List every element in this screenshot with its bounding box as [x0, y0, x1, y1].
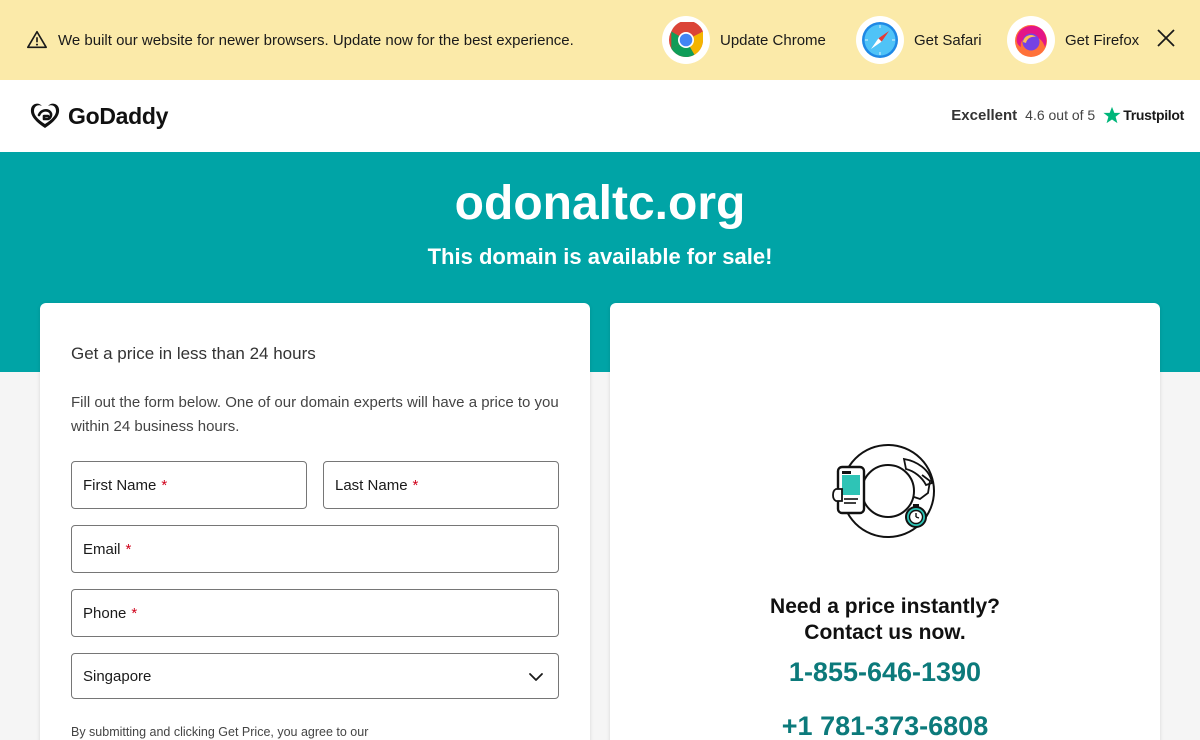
godaddy-logo[interactable]: GoDaddy	[28, 100, 168, 132]
star-icon	[1103, 106, 1121, 124]
email-label: Email	[83, 540, 121, 558]
contact-question-line1: Need a price instantly?	[770, 595, 1000, 618]
last-name-field[interactable]: Last Name *	[323, 461, 559, 509]
contact-question: Need a price instantly? Contact us now.	[610, 594, 1160, 646]
safari-icon	[856, 16, 904, 64]
phone-timer-illustration-icon	[832, 444, 935, 538]
godaddy-heart-icon	[30, 103, 60, 128]
banner-message: We built our website for newer browsers.…	[26, 29, 574, 51]
get-safari-label: Get Safari	[914, 31, 982, 49]
trust-label: Excellent	[951, 106, 1018, 124]
get-firefox-label: Get Firefox	[1065, 31, 1140, 49]
banner-message-text: We built our website for newer browsers.…	[58, 31, 574, 49]
country-value: Singapore	[83, 667, 152, 685]
domain-name: odonaltc.org	[454, 177, 746, 230]
price-form-card: Get a price in less than 24 hours Fill o…	[40, 303, 590, 740]
form-title: Get a price in less than 24 hours	[71, 344, 316, 363]
required-mark: *	[161, 476, 168, 494]
trust-rating: 4.6 out of 5	[1025, 107, 1096, 123]
contact-card: Need a price instantly? Contact us now. …	[610, 303, 1160, 740]
phone-link-2[interactable]: +1 781-373-6808	[610, 711, 1160, 740]
contact-question-line2: Contact us now.	[804, 621, 966, 644]
phone-label: Phone	[83, 604, 127, 622]
get-safari-button[interactable]: Get Safari	[856, 16, 982, 64]
form-description: Fill out the form below. One of our doma…	[71, 394, 559, 435]
email-field[interactable]: Email *	[71, 525, 559, 573]
trustpilot-rating[interactable]: Excellent 4.6 out of 5 Trustpilot	[951, 106, 1184, 124]
phone-field[interactable]: Phone *	[71, 589, 559, 637]
browser-update-banner: We built our website for newer browsers.…	[0, 0, 1200, 80]
country-select[interactable]: Singapore	[71, 653, 559, 699]
last-name-label: Last Name	[335, 476, 408, 494]
required-mark: *	[125, 540, 132, 558]
phone-link-1[interactable]: 1-855-646-1390	[610, 657, 1160, 688]
trustpilot-brand: Trustpilot	[1103, 106, 1184, 124]
required-mark: *	[131, 604, 138, 622]
site-header: GoDaddy Excellent 4.6 out of 5 Trustpilo…	[0, 80, 1200, 152]
close-icon[interactable]	[1154, 26, 1178, 50]
terms-disclaimer: By submitting and clicking Get Price, yo…	[71, 725, 369, 739]
logo-text: GoDaddy	[68, 102, 169, 129]
first-name-field[interactable]: First Name *	[71, 461, 307, 509]
warning-icon	[27, 30, 47, 49]
get-firefox-button[interactable]: Get Firefox	[1007, 16, 1139, 64]
update-chrome-label: Update Chrome	[720, 31, 826, 49]
update-chrome-button[interactable]: Update Chrome	[662, 16, 826, 64]
trustpilot-text: Trustpilot	[1123, 107, 1184, 123]
firefox-icon	[1007, 16, 1055, 64]
sale-subtitle: This domain is available for sale!	[427, 244, 773, 269]
chrome-icon	[662, 16, 710, 64]
required-mark: *	[412, 476, 419, 494]
chevron-down-icon	[529, 673, 543, 681]
first-name-label: First Name	[83, 476, 157, 494]
